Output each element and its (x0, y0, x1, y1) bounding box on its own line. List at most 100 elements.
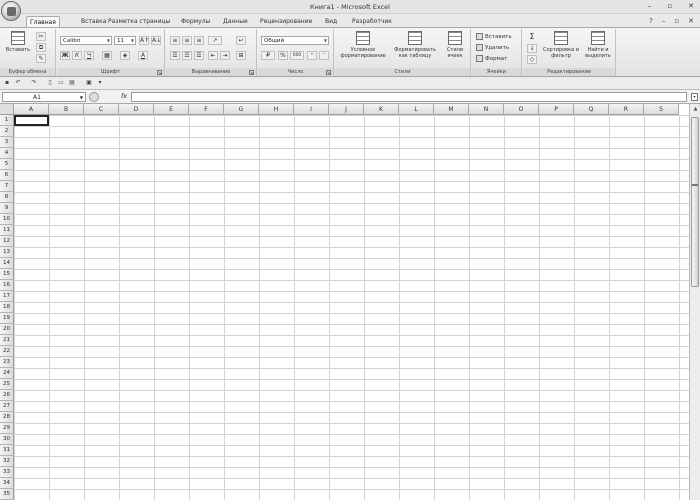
scroll-up-icon[interactable]: ▲ (691, 105, 700, 114)
column-header[interactable]: H (259, 104, 294, 115)
alignment-launcher-icon[interactable]: ↘ (249, 70, 254, 75)
row-header[interactable]: 29 (0, 423, 14, 434)
shrink-font-button[interactable]: A↓ (151, 36, 161, 45)
customize-qat-button[interactable]: ▾ (96, 79, 104, 87)
thousands-button[interactable]: 000 (290, 51, 304, 60)
decrease-indent-icon[interactable]: ⇤ (208, 51, 218, 60)
paste-button[interactable]: Вставить (4, 31, 32, 53)
row-header[interactable]: 13 (0, 247, 14, 258)
row-header[interactable]: 21 (0, 335, 14, 346)
cell-area[interactable] (14, 115, 689, 500)
font-launcher-icon[interactable]: ↘ (157, 70, 162, 75)
workbook-close-button[interactable]: ✕ (688, 17, 694, 25)
ribbon-restore-button[interactable]: ▫ (674, 17, 679, 25)
select-all-corner[interactable] (0, 104, 14, 115)
delete-cells-button[interactable]: Удалить (476, 44, 509, 51)
column-header[interactable]: M (434, 104, 469, 115)
column-header[interactable]: I (294, 104, 329, 115)
clear-icon[interactable]: ◇ (527, 55, 537, 64)
row-header[interactable]: 10 (0, 214, 14, 225)
copy-icon[interactable]: ⧉ (36, 43, 46, 52)
format-cells-button[interactable]: Формат (476, 55, 507, 62)
quick-print-icon[interactable]: ▣ (85, 79, 93, 87)
row-header[interactable]: 20 (0, 324, 14, 335)
column-header[interactable]: J (329, 104, 364, 115)
new-file-icon[interactable]: ▯ (46, 79, 54, 87)
column-header[interactable]: F (189, 104, 224, 115)
orientation-icon[interactable]: ↗ (208, 36, 222, 45)
align-bottom-icon[interactable]: ≡ (194, 36, 204, 45)
align-top-icon[interactable]: ≡ (170, 36, 180, 45)
column-header[interactable]: D (119, 104, 154, 115)
italic-button[interactable]: К (72, 51, 82, 60)
percent-button[interactable]: % (278, 51, 288, 60)
row-header[interactable]: 33 (0, 467, 14, 478)
ribbon-minimize-button[interactable]: – (662, 17, 666, 25)
row-header[interactable]: 5 (0, 159, 14, 170)
underline-button[interactable]: Ч (84, 51, 94, 60)
column-header[interactable]: B (49, 104, 84, 115)
redo-icon[interactable]: ↷ (30, 79, 38, 87)
close-button[interactable]: ✕ (688, 2, 694, 10)
number-launcher-icon[interactable]: ↘ (326, 70, 331, 75)
row-header[interactable]: 6 (0, 170, 14, 181)
fill-color-icon[interactable]: ◈ (120, 51, 130, 60)
find-select-button[interactable]: Найти и выделить (581, 31, 615, 59)
autosum-button[interactable]: Σ (527, 33, 537, 42)
number-format-select[interactable]: Общий ▼ (261, 36, 329, 45)
format-as-table-button[interactable]: Форматировать как таблицу (391, 31, 439, 59)
conditional-formatting-button[interactable]: Условное форматирование (337, 31, 389, 59)
row-header[interactable]: 16 (0, 280, 14, 291)
font-color-button[interactable]: A (138, 51, 148, 60)
row-header[interactable]: 25 (0, 379, 14, 390)
increase-decimal-icon[interactable]: ⁺ (307, 51, 317, 60)
column-header[interactable]: R (609, 104, 644, 115)
column-header[interactable]: K (364, 104, 399, 115)
row-header[interactable]: 9 (0, 203, 14, 214)
sort-filter-button[interactable]: Сортировка и фильтр (543, 31, 579, 59)
column-header[interactable]: S (644, 104, 679, 115)
column-header[interactable]: L (399, 104, 434, 115)
row-header[interactable]: 32 (0, 456, 14, 467)
column-header[interactable]: C (84, 104, 119, 115)
align-left-icon[interactable]: ☰ (170, 51, 180, 60)
row-header[interactable]: 2 (0, 126, 14, 137)
column-header[interactable]: O (504, 104, 539, 115)
decrease-decimal-icon[interactable]: ⁻ (319, 51, 329, 60)
row-header[interactable]: 15 (0, 269, 14, 280)
align-center-icon[interactable]: ☰ (182, 51, 192, 60)
row-header[interactable]: 35 (0, 489, 14, 500)
align-middle-icon[interactable]: ≡ (182, 36, 192, 45)
vertical-scrollbar[interactable]: ▲ (689, 104, 700, 500)
font-size-select[interactable]: 11 ▼ (114, 36, 136, 45)
wrap-text-icon[interactable]: ↵ (236, 36, 246, 45)
name-box[interactable]: A1 ▼ (2, 92, 86, 102)
row-header[interactable]: 19 (0, 313, 14, 324)
help-icon[interactable]: ? (649, 17, 653, 25)
row-header[interactable]: 12 (0, 236, 14, 247)
column-header[interactable]: G (224, 104, 259, 115)
split-handle[interactable] (692, 184, 698, 186)
restore-button[interactable]: ▫ (667, 2, 672, 10)
increase-indent-icon[interactable]: ⇥ (220, 51, 230, 60)
row-header[interactable]: 4 (0, 148, 14, 159)
grow-font-button[interactable]: A↑ (139, 36, 149, 45)
undo-icon[interactable]: ↶ (14, 79, 22, 87)
row-header[interactable]: 30 (0, 434, 14, 445)
minimize-button[interactable]: – (648, 2, 652, 10)
row-header[interactable]: 34 (0, 478, 14, 489)
fill-icon[interactable]: ↓ (527, 44, 537, 53)
formula-cancel-icon[interactable] (89, 92, 99, 102)
office-button[interactable] (1, 1, 21, 21)
scroll-thumb[interactable] (691, 117, 699, 287)
row-header[interactable]: 8 (0, 192, 14, 203)
column-header[interactable]: P (539, 104, 574, 115)
format-painter-icon[interactable]: ✎ (36, 54, 46, 63)
row-header[interactable]: 24 (0, 368, 14, 379)
expand-formula-bar-icon[interactable]: ▾ (691, 93, 698, 101)
row-header[interactable]: 1 (0, 115, 14, 126)
row-header[interactable]: 17 (0, 291, 14, 302)
cell-styles-button[interactable]: Стили ячеек (441, 31, 469, 59)
merge-center-icon[interactable]: ⊞ (236, 51, 246, 60)
row-header[interactable]: 26 (0, 390, 14, 401)
